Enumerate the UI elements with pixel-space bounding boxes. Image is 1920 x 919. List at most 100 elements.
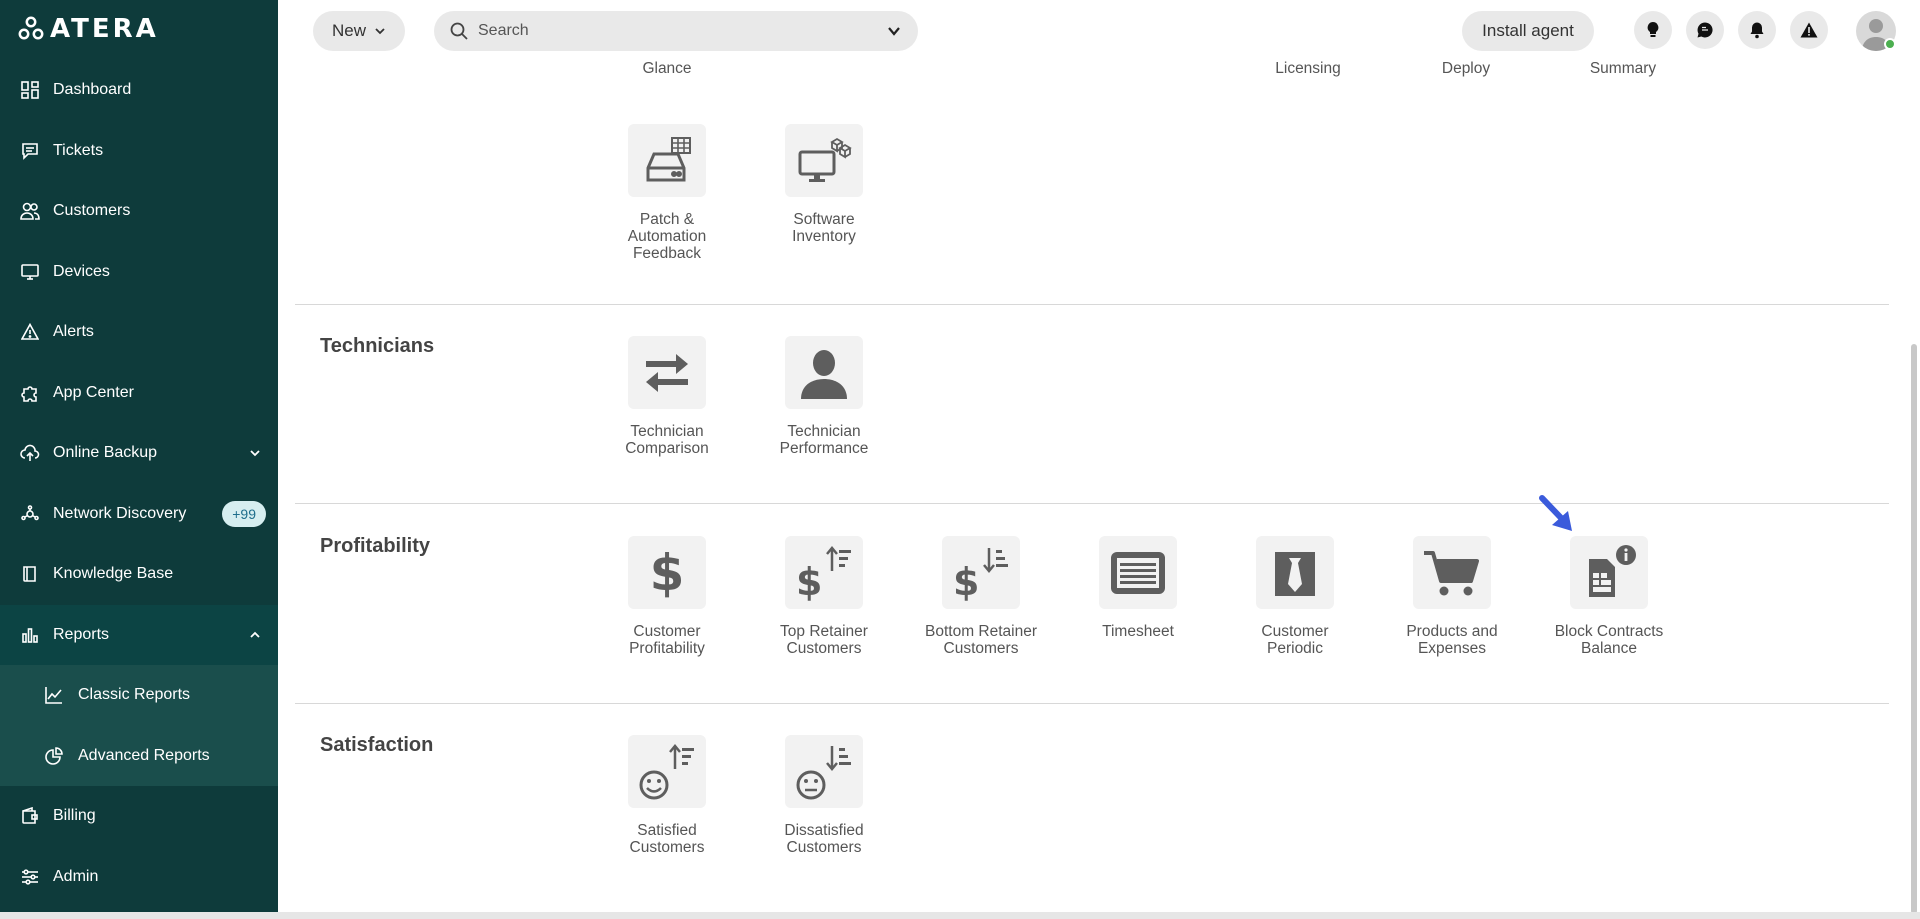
sidebar-item-online-backup[interactable]: Online Backup xyxy=(0,423,278,484)
sidebar-item-label: Tickets xyxy=(53,141,104,159)
report-tile-label[interactable]: Summary xyxy=(1544,60,1702,78)
tickets-icon xyxy=(20,141,40,161)
report-tile-label: Technician Performance xyxy=(779,423,869,457)
report-tile-technician-performance[interactable]: Technician Performance xyxy=(745,336,903,457)
report-tile-label: Customer Periodic xyxy=(1261,623,1329,657)
lightbulb-button[interactable] xyxy=(1634,11,1672,49)
sidebar-item-label: Classic Reports xyxy=(78,686,191,704)
dollar-sort-down-icon: $ xyxy=(942,536,1020,609)
svg-text:$: $ xyxy=(796,560,822,601)
sliders-icon xyxy=(20,867,40,887)
install-agent-button[interactable]: Install agent xyxy=(1462,11,1594,51)
brand-logo-text: ATERA xyxy=(50,14,159,44)
topbar: New Search Install agent xyxy=(278,0,1920,60)
report-tile-software-inventory[interactable]: Software Inventory xyxy=(745,124,903,245)
sidebar-item-label: Network Discovery xyxy=(53,504,187,522)
sidebar-nav: Dashboard Tickets Customers Devices Aler… xyxy=(0,60,278,907)
alerts-icon xyxy=(20,322,40,342)
book-icon xyxy=(20,564,40,584)
line-chart-icon xyxy=(44,685,64,705)
bell-icon xyxy=(1750,22,1764,39)
sidebar-item-label: Knowledge Base xyxy=(53,565,174,583)
smile-sort-up-icon xyxy=(628,735,706,808)
chevron-down-icon[interactable] xyxy=(886,23,902,39)
reports-icon xyxy=(20,625,40,645)
report-tile-top-retainer-customers[interactable]: $ Top Retainer Customers xyxy=(745,536,903,657)
chevron-up-icon[interactable] xyxy=(248,628,262,642)
sidebar-item-label: Devices xyxy=(53,262,110,280)
sidebar-item-dashboard[interactable]: Dashboard xyxy=(0,60,278,121)
sidebar-item-app-center[interactable]: App Center xyxy=(0,363,278,424)
warnings-button[interactable] xyxy=(1790,11,1828,49)
sidebar-item-knowledge-base[interactable]: Knowledge Base xyxy=(0,544,278,605)
report-tile-label: Products and Expenses xyxy=(1406,623,1498,657)
sidebar-item-label: Customers xyxy=(53,202,131,220)
search-input[interactable]: Search xyxy=(478,22,886,40)
report-tile-label[interactable]: Licensing xyxy=(1229,60,1387,78)
sidebar-item-billing[interactable]: Billing xyxy=(0,786,278,847)
report-tile-bottom-retainer-customers[interactable]: $ Bottom Retainer Customers xyxy=(902,536,1060,657)
sidebar-item-customers[interactable]: Customers xyxy=(0,181,278,242)
report-tile-block-contracts-balance[interactable]: Block Contracts Balance xyxy=(1530,536,1688,657)
swap-arrows-icon xyxy=(628,336,706,409)
report-tile-label: Timesheet xyxy=(1102,623,1174,640)
network-icon xyxy=(20,504,40,524)
report-tile-label[interactable]: Deploy xyxy=(1387,60,1545,78)
new-button-label: New xyxy=(331,21,366,40)
sidebar-item-alerts[interactable]: Alerts xyxy=(0,302,278,363)
report-tile-technician-comparison[interactable]: Technician Comparison xyxy=(588,336,746,457)
sidebar-item-admin[interactable]: Admin xyxy=(0,847,278,908)
search-icon xyxy=(450,22,468,40)
report-tile-customer-periodic[interactable]: Customer Periodic xyxy=(1216,536,1374,657)
section-divider xyxy=(295,703,1889,704)
report-tile-patch-automation-feedback[interactable]: Patch & Automation Feedback xyxy=(588,124,746,262)
report-tile-label: Top Retainer Customers xyxy=(780,623,868,657)
sidebar: ATERA Dashboard Tickets Customers Device… xyxy=(0,0,278,919)
sidebar-item-advanced-reports[interactable]: Advanced Reports xyxy=(0,725,278,786)
report-tile-dissatisfied-customers[interactable]: Dissatisfied Customers xyxy=(745,735,903,856)
report-tile-label: Bottom Retainer Customers xyxy=(925,623,1037,657)
software-inventory-icon xyxy=(785,124,863,197)
sidebar-item-network-discovery[interactable]: Network Discovery +99 xyxy=(0,484,278,545)
report-tile-label: Customer Profitability xyxy=(629,623,705,657)
wallet-icon xyxy=(20,806,40,826)
notifications-button[interactable] xyxy=(1738,11,1776,49)
report-tile-label[interactable]: Glance xyxy=(588,60,746,78)
section-title-profitability: Profitability xyxy=(320,535,431,557)
tie-icon xyxy=(1256,536,1334,609)
dashboard-icon xyxy=(20,80,40,100)
contract-info-icon xyxy=(1570,536,1648,609)
timesheet-icon xyxy=(1099,536,1177,609)
lightbulb-icon xyxy=(1647,22,1659,37)
warning-icon xyxy=(1800,22,1818,38)
sidebar-item-tickets[interactable]: Tickets xyxy=(0,121,278,182)
report-tile-timesheet[interactable]: Timesheet xyxy=(1059,536,1217,640)
reports-content: Glance Licensing Deploy Summary Patch & … xyxy=(278,60,1890,919)
sidebar-item-reports[interactable]: Reports xyxy=(0,604,278,665)
sidebar-item-classic-reports[interactable]: Classic Reports xyxy=(0,665,278,726)
neutral-sort-down-icon xyxy=(785,735,863,808)
patch-automation-icon xyxy=(628,124,706,197)
chevron-down-icon[interactable] xyxy=(248,446,262,460)
pie-chart-icon xyxy=(44,746,64,766)
report-tile-satisfied-customers[interactable]: Satisfied Customers xyxy=(588,735,746,856)
report-tile-label: Patch & Automation Feedback xyxy=(627,211,707,262)
report-tile-label: Technician Comparison xyxy=(625,423,709,457)
dollar-sort-up-icon: $ xyxy=(785,536,863,609)
search-bar[interactable]: Search xyxy=(434,11,918,51)
customers-icon xyxy=(20,201,40,221)
chat-icon xyxy=(1697,22,1713,38)
report-tile-label: Software Inventory xyxy=(792,211,856,245)
sidebar-item-label: Online Backup xyxy=(53,444,158,462)
chat-button[interactable] xyxy=(1686,11,1724,49)
report-tile-customer-profitability[interactable]: $ Customer Profitability xyxy=(588,536,746,657)
section-title-satisfaction: Satisfaction xyxy=(320,734,434,756)
brand-logo[interactable]: ATERA xyxy=(18,14,159,44)
scrollbar-thumb[interactable] xyxy=(1911,344,1917,914)
report-tile-label: Dissatisfied Customers xyxy=(784,822,864,856)
sidebar-item-devices[interactable]: Devices xyxy=(0,242,278,303)
dollar-icon: $ xyxy=(628,536,706,609)
section-divider xyxy=(295,503,1889,504)
report-tile-products-and-expenses[interactable]: Products and Expenses xyxy=(1373,536,1531,657)
new-button[interactable]: New xyxy=(313,11,405,51)
